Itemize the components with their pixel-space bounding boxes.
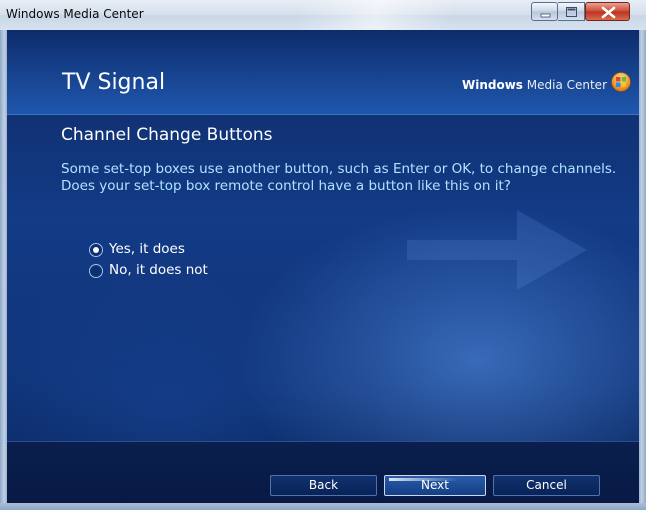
window-frame-bottom (0, 503, 646, 510)
section-subtitle: Channel Change Buttons (61, 125, 273, 145)
windows-orb-icon (611, 72, 631, 92)
back-button[interactable]: Back (270, 475, 377, 496)
close-icon (601, 6, 616, 19)
brand-label-bold: Windows (461, 78, 523, 92)
window-frame-left (0, 30, 7, 510)
radio-yes[interactable] (89, 243, 103, 257)
maximize-button[interactable] (558, 2, 585, 21)
media-center-window: Windows Media Center TV Signal Windows M… (0, 0, 646, 510)
next-button[interactable]: Next (384, 475, 486, 496)
option-no-label: No, it does not (109, 262, 208, 278)
radio-no[interactable] (89, 264, 103, 278)
window-frame-right (639, 30, 646, 510)
brand-label-light: Media Center (522, 78, 607, 92)
question-text: Some set-top boxes use another button, s… (61, 161, 617, 194)
radio-selected-dot (93, 247, 99, 253)
option-yes-label: Yes, it does (109, 241, 185, 257)
minimize-icon (540, 13, 551, 18)
next-button-highlight (389, 478, 459, 481)
title-bar-glare (300, 0, 490, 30)
header-band: TV Signal Windows Media Center (7, 30, 639, 115)
title-bar[interactable]: Windows Media Center (0, 0, 646, 31)
page-title: TV Signal (62, 70, 166, 95)
maximize-icon (566, 7, 577, 17)
arrow-decoration (407, 210, 587, 290)
brand-label: Windows Media Center (462, 78, 607, 92)
minimize-button[interactable] (531, 2, 558, 21)
wizard-content: TV Signal Windows Media Center Channel C… (7, 30, 639, 503)
window-title: Windows Media Center (6, 7, 144, 21)
close-button[interactable] (585, 2, 630, 21)
cancel-button[interactable]: Cancel (493, 475, 600, 496)
